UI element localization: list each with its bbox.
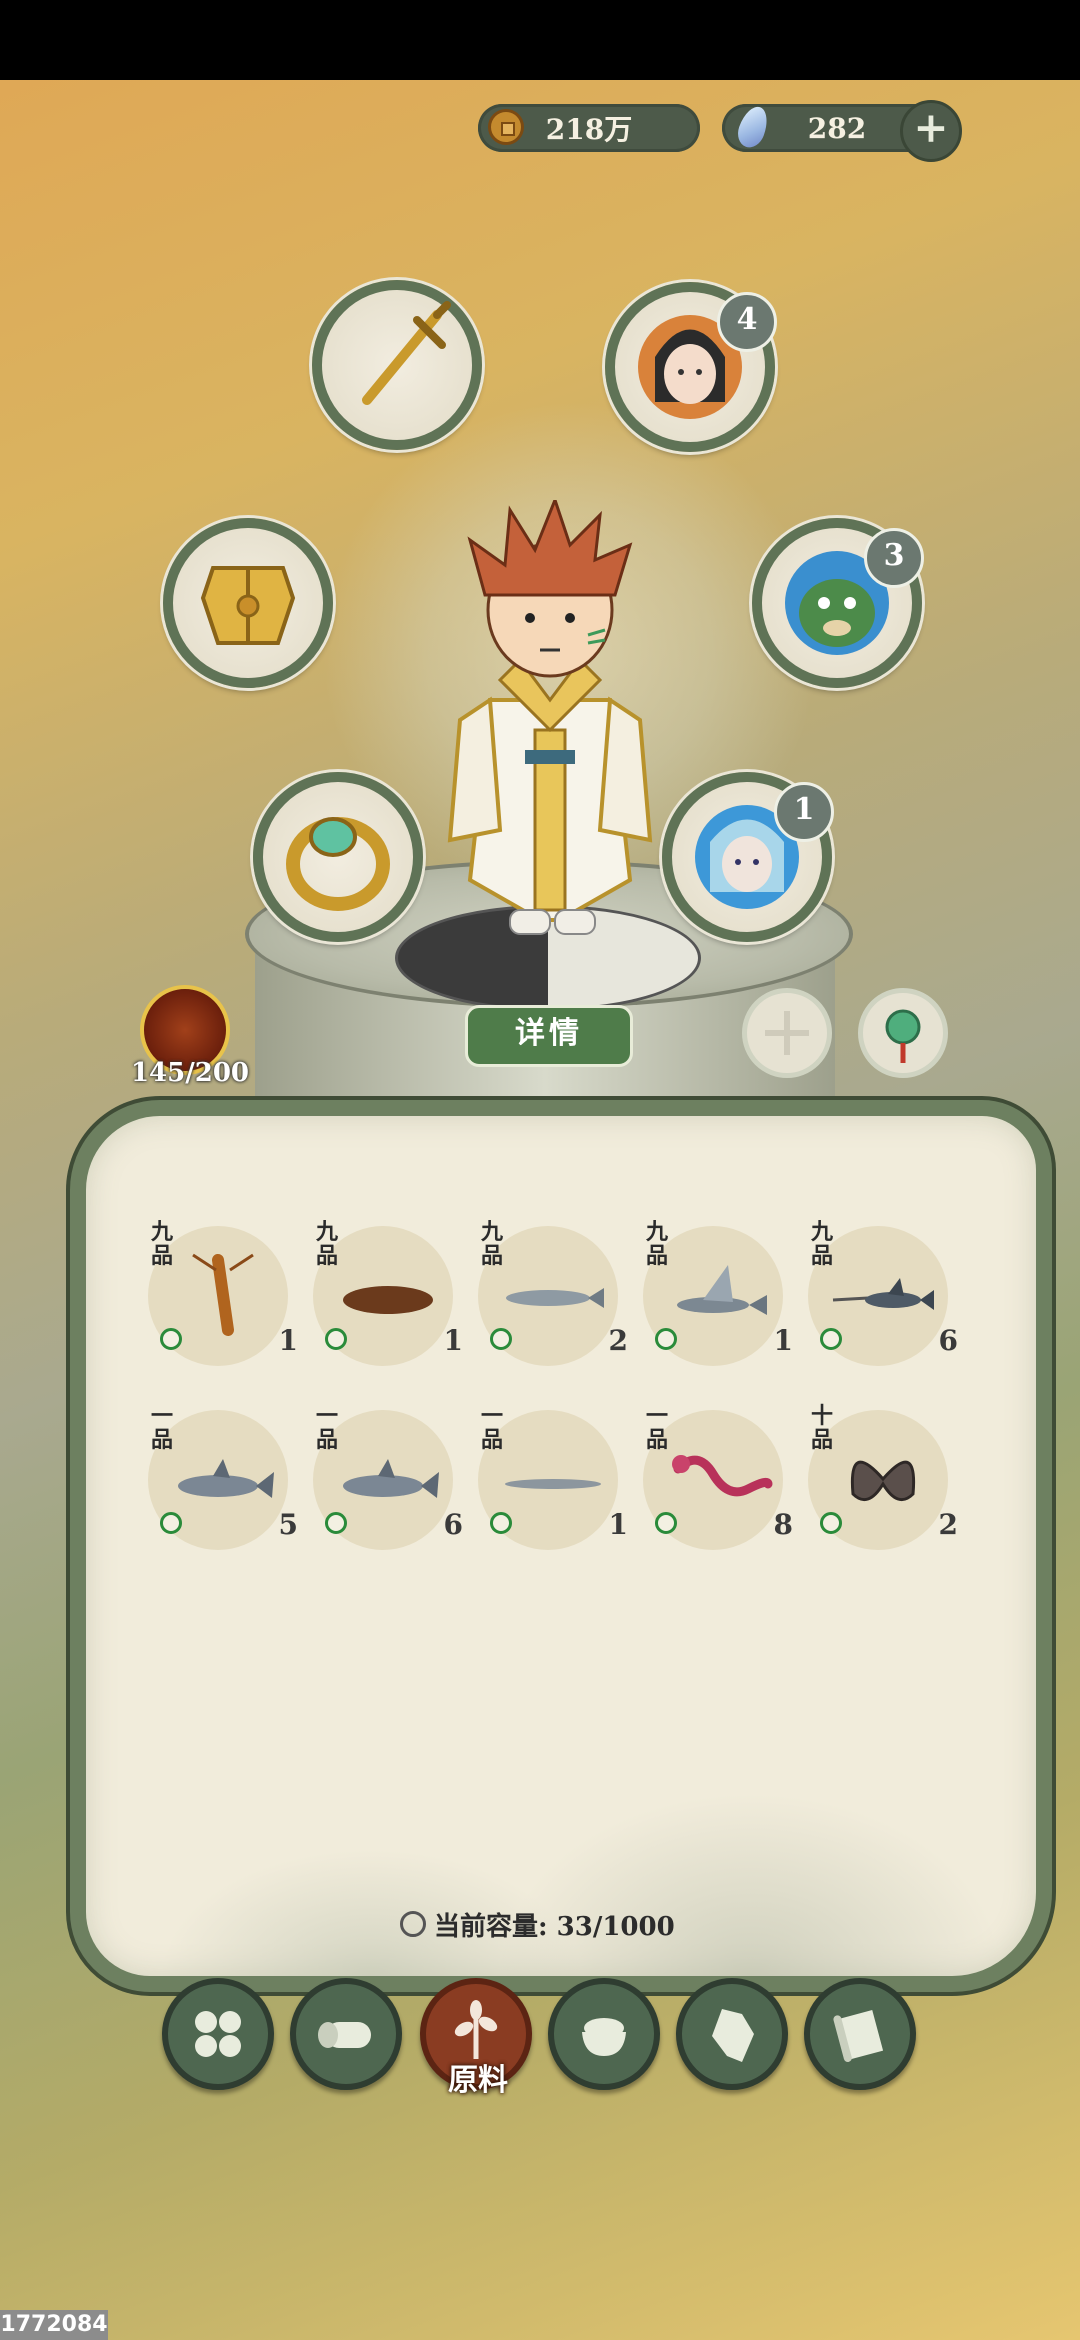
flying-fish-icon — [677, 1265, 767, 1315]
inventory-item[interactable]: 九品 2 — [478, 1220, 628, 1390]
nav-ore-button[interactable] — [676, 1978, 788, 2090]
sword-icon — [362, 301, 451, 405]
companion-count-badge: 3 — [864, 528, 924, 588]
coin-counter: 218万 — [478, 104, 700, 152]
companion-slot-2[interactable]: 3 — [752, 518, 924, 688]
weapon-slot[interactable] — [312, 280, 482, 450]
companion-slot-3[interactable]: 1 — [662, 772, 834, 942]
inventory-item[interactable]: 一品 5 — [148, 1404, 298, 1574]
plus-icon — [765, 1011, 809, 1055]
charm-slot[interactable] — [858, 988, 948, 1078]
armor-icon — [200, 566, 296, 645]
fish-icon — [506, 1288, 604, 1308]
inventory-item[interactable]: 一品 1 — [478, 1404, 628, 1574]
all-icon — [195, 2011, 241, 2057]
inventory-item[interactable]: 一品 6 — [313, 1404, 463, 1574]
needlefish-icon — [505, 1479, 601, 1489]
herb-icon — [820, 1512, 842, 1534]
inventory-item[interactable]: 十品 2 — [808, 1404, 958, 1574]
dragon-icon — [672, 1455, 773, 1497]
hero-character[interactable] — [430, 500, 670, 950]
nav-ingredients-label: 原料 — [448, 2063, 508, 2098]
scroll-icon — [833, 2010, 884, 2062]
shark-icon — [178, 1459, 274, 1498]
inventory-item[interactable]: 九品 1 — [313, 1220, 463, 1390]
butterfly-icon — [850, 1460, 916, 1502]
capacity-text: 当前容量: 33/1000 — [434, 1911, 675, 1942]
herb-icon — [655, 1512, 677, 1534]
nav-scroll-button[interactable] — [804, 1978, 916, 2090]
armor-slot[interactable] — [163, 518, 333, 688]
herb-icon — [325, 1328, 347, 1350]
swordfish-icon — [832, 1278, 934, 1310]
capacity-indicator: 当前容量: 33/1000 — [400, 1906, 730, 1942]
inventory-item[interactable]: 九品 6 — [808, 1220, 958, 1390]
nav-food-button[interactable] — [548, 1978, 660, 2090]
jade-pendant-icon — [885, 1009, 921, 1063]
sea-cucumber-icon — [343, 1286, 433, 1314]
add-gems-button[interactable]: + — [900, 100, 962, 162]
stamina-value: 145/200 — [130, 1058, 250, 1088]
nav-wood-button[interactable] — [290, 1978, 402, 2090]
herb-icon — [160, 1512, 182, 1534]
add-slot-button[interactable] — [742, 988, 832, 1078]
lobster-icon — [192, 1253, 254, 1336]
wood-icon — [318, 2022, 371, 2048]
herb-icon — [325, 1512, 347, 1534]
herb-icon — [160, 1328, 182, 1350]
herb-icon — [490, 1512, 512, 1534]
herb-icon — [490, 1328, 512, 1350]
ring-slot[interactable] — [253, 772, 423, 942]
coin-amount: 218万 — [545, 113, 633, 146]
companion-count-badge: 4 — [717, 292, 777, 352]
capacity-icon — [400, 1911, 426, 1937]
rice-bowl-icon — [582, 2018, 626, 2056]
ore-icon — [712, 2009, 754, 2062]
inventory-item[interactable]: 一品 8 — [643, 1404, 793, 1574]
companion-slot-1[interactable]: 4 — [605, 282, 777, 452]
herb-icon — [655, 1328, 677, 1350]
companion-count-badge: 1 — [774, 782, 834, 842]
watermark-id: 1772084 — [0, 2310, 108, 2340]
gem-counter: 282 + — [722, 100, 962, 162]
inventory-item[interactable]: 九品 1 — [643, 1220, 793, 1390]
status-bar — [0, 0, 1080, 80]
shark-icon — [343, 1459, 439, 1498]
nav-all-button[interactable] — [162, 1978, 274, 2090]
ring-icon — [286, 817, 390, 911]
inventory-panel: 九品 1 九品 1 九品 2 九品 1 九 品 6 一 品 5 一 品 6 一 … — [70, 1100, 1052, 1992]
details-button[interactable]: 详情 — [465, 1005, 633, 1067]
herb-icon — [820, 1328, 842, 1350]
inventory-item[interactable]: 九品 1 — [148, 1220, 298, 1390]
